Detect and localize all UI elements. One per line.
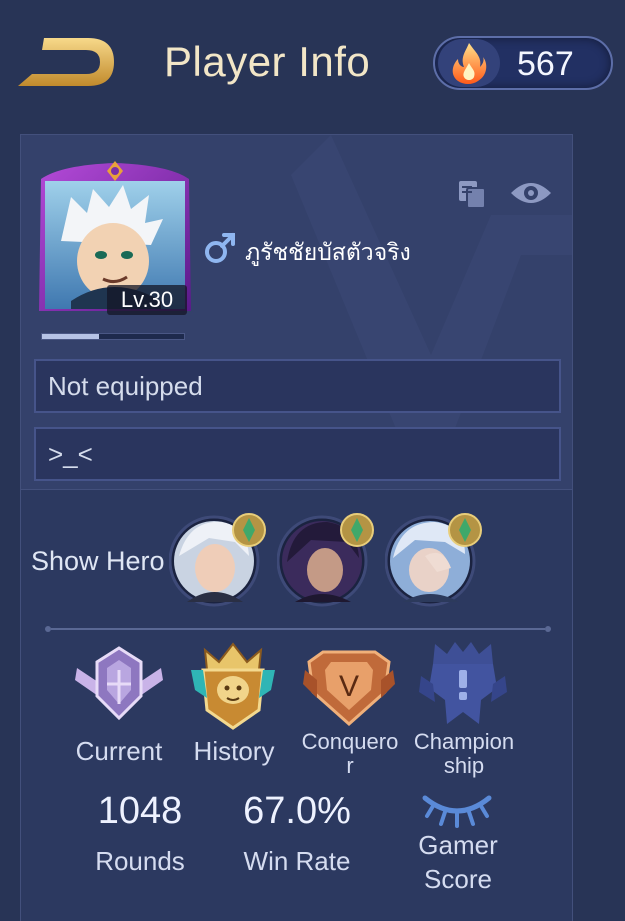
conqueror-label: Conquero r bbox=[287, 730, 413, 778]
title-field[interactable]: Not equipped bbox=[34, 359, 561, 413]
hero-portrait-3[interactable] bbox=[385, 513, 482, 607]
player-name: ภูรัชชัยบัสตัวจริง bbox=[245, 240, 411, 266]
history-rank-icon[interactable] bbox=[185, 640, 281, 730]
conqueror-badge-icon[interactable]: V bbox=[301, 640, 397, 730]
rounds-label: Rounds bbox=[95, 846, 185, 876]
profile-card: Lv.30 ภูรัชชัยบัสตัวจริง Not equipped >_… bbox=[20, 134, 573, 490]
copy-icon[interactable] bbox=[457, 179, 487, 209]
rounds-value: 1048 bbox=[97, 790, 183, 832]
currency-value: 567 bbox=[517, 45, 574, 83]
championship-label-line2: ship bbox=[443, 753, 485, 778]
gamer-score-label[interactable]: Gamer Score bbox=[393, 828, 523, 896]
eye-icon[interactable] bbox=[509, 179, 553, 207]
closed-eye-icon bbox=[422, 795, 492, 828]
championship-label-line1: Champion bbox=[413, 729, 515, 754]
flame-icon bbox=[438, 39, 500, 87]
current-rank-icon[interactable] bbox=[71, 640, 167, 730]
hero-portrait-2[interactable] bbox=[277, 513, 374, 607]
gamer-score-label-line1: Gamer bbox=[418, 830, 498, 860]
gamer-score-label-line2: Score bbox=[424, 864, 492, 894]
win-rate-value: 67.0% bbox=[243, 790, 351, 832]
header: Player Info 567 bbox=[0, 0, 625, 120]
divider bbox=[45, 626, 551, 632]
current-rank-label: Current bbox=[75, 736, 163, 766]
stats-panel: Show Hero V Current History Conquero r C… bbox=[20, 490, 573, 921]
history-rank-label: History bbox=[193, 736, 275, 766]
show-hero-label: Show Hero bbox=[31, 546, 165, 576]
win-rate-label: Win Rate bbox=[243, 846, 351, 876]
currency-counter[interactable]: 567 bbox=[433, 36, 613, 90]
male-icon bbox=[205, 233, 235, 263]
championship-icon[interactable] bbox=[415, 640, 511, 730]
svg-text:V: V bbox=[339, 670, 359, 703]
championship-label: Champion ship bbox=[401, 730, 527, 778]
signature-field[interactable]: >_< bbox=[34, 427, 561, 481]
back-arrow-icon[interactable] bbox=[14, 34, 118, 90]
exp-progress-bar bbox=[41, 333, 185, 340]
page-title: Player Info bbox=[164, 38, 371, 85]
conqueror-label-line1: Conquero bbox=[301, 729, 399, 754]
hero-portrait-1[interactable] bbox=[169, 513, 266, 607]
level-badge: Lv.30 bbox=[107, 285, 187, 315]
conqueror-label-line2: r bbox=[346, 753, 354, 778]
exp-progress-fill bbox=[42, 334, 99, 339]
